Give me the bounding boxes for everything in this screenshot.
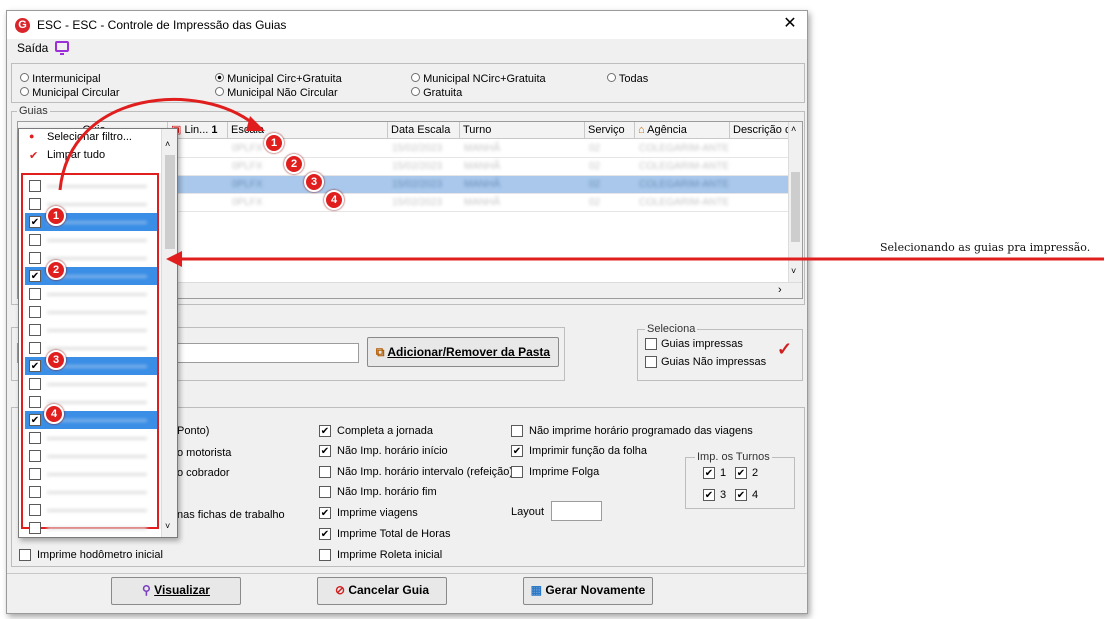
curved-arrow-head — [246, 116, 265, 131]
annotation-text: Selecionando as guias pra impressão. — [880, 241, 1091, 254]
curved-arrow-line — [58, 98, 256, 191]
annotation-arrows — [58, 98, 1104, 267]
horizontal-arrow-head — [166, 251, 182, 267]
